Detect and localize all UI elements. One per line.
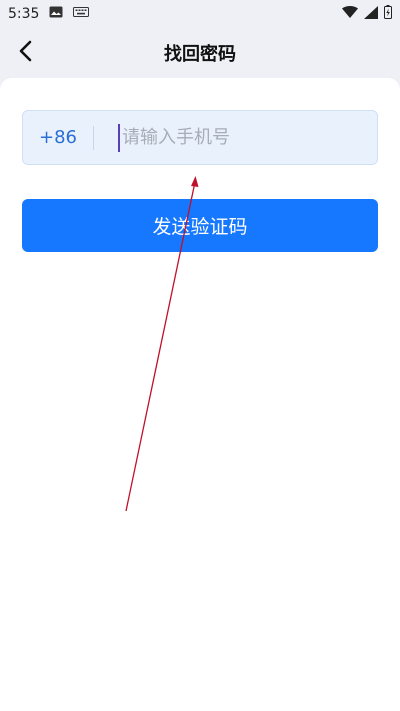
wifi-icon [342, 6, 358, 22]
field-divider [93, 125, 94, 150]
phone-input[interactable] [120, 111, 377, 164]
country-code[interactable]: +86 [23, 127, 93, 148]
chevron-left-icon [17, 40, 33, 66]
image-icon [49, 6, 63, 22]
back-button[interactable] [10, 38, 40, 68]
status-left: 5:35 [8, 6, 90, 22]
battery-icon [384, 5, 392, 23]
phone-field[interactable]: +86 [22, 110, 378, 165]
status-bar: 5:35 [0, 0, 400, 28]
status-time: 5:35 [8, 6, 40, 22]
content-card [0, 78, 400, 711]
keyboard-icon [73, 6, 90, 22]
nav-bar: 找回密码 [0, 28, 400, 78]
send-code-button[interactable]: 发送验证码 [22, 199, 378, 252]
page-title: 找回密码 [164, 44, 236, 65]
signal-icon [364, 5, 378, 23]
status-right [342, 5, 392, 23]
